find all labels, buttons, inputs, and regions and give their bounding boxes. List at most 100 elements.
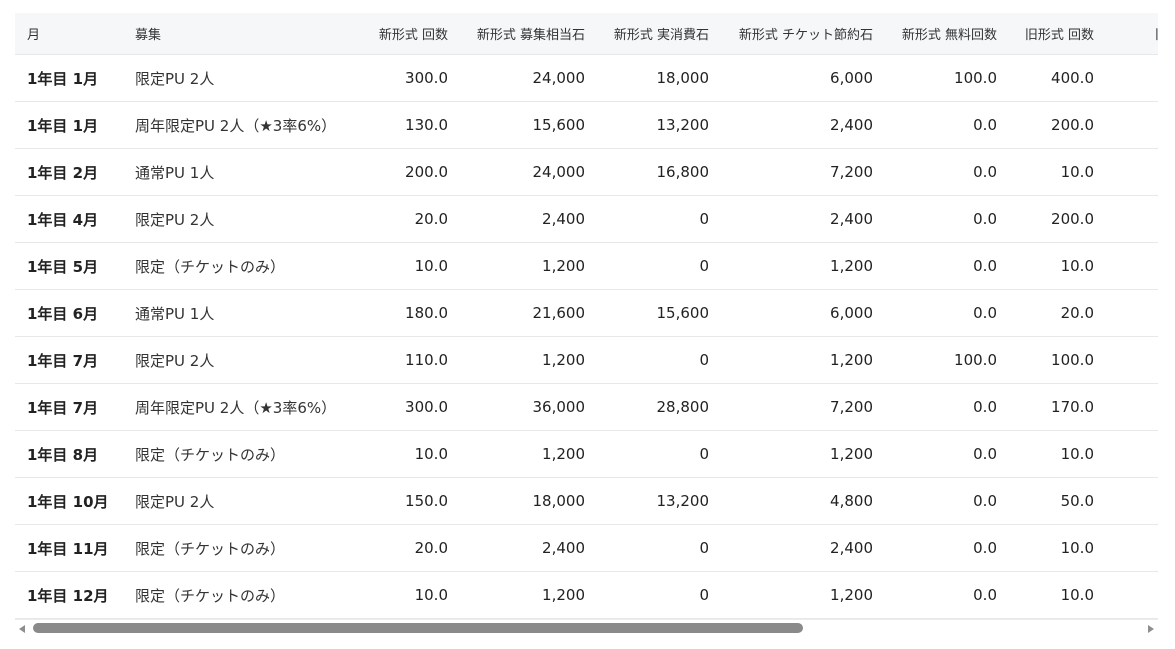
table-row: 1年目 7月 周年限定PU 2人（★3率6%） 300.0 36,000 28,800 7… — [15, 383, 1158, 431]
value-cell: 1,200 — [460, 430, 597, 478]
table-row: 1年目 10月 限定PU 2人 150.0 18,000 13,200 4,800 0.0 5… — [15, 477, 1158, 525]
column-header[interactable]: 新形式 無料回数 — [885, 13, 1009, 55]
value-cell: 10.0 — [343, 430, 460, 478]
value-cell: 10.0 — [343, 242, 460, 290]
value-cell: 100.0 — [885, 336, 1009, 384]
table-viewport[interactable]: 月募集 新形式 回数 新形式 募集相当石 新形式 実消費石 新形式 チケット節約石 新形式… — [15, 13, 1158, 619]
value-cell: 13,200 — [597, 477, 721, 525]
value-cell: 0 — [597, 242, 721, 290]
value-cell: 7,200 — [721, 148, 885, 196]
gacha-name-cell: 限定PU 2人 — [123, 54, 343, 102]
gacha-table: 月募集 新形式 回数 新形式 募集相当石 新形式 実消費石 新形式 チケット節約石 新形式… — [15, 13, 1158, 619]
value-cell — [1106, 571, 1158, 619]
month-cell: 1年目 7月 — [15, 336, 123, 384]
value-cell: 2,400 — [721, 101, 885, 149]
value-cell: 0 — [597, 336, 721, 384]
value-cell: 6,000 — [721, 54, 885, 102]
table-row: 1年目 1月 限定PU 2人 300.0 24,000 18,000 6,000 100.0… — [15, 54, 1158, 102]
value-cell: 0.0 — [885, 101, 1009, 149]
value-cell: 200.0 — [1009, 195, 1106, 243]
table-row: 1年目 6月 通常PU 1人 180.0 21,600 15,600 6,000 0.0 20… — [15, 289, 1158, 337]
month-cell: 1年目 5月 — [15, 242, 123, 290]
value-cell — [1106, 101, 1158, 149]
value-cell — [1106, 383, 1158, 431]
triangle-left-icon[interactable] — [19, 625, 25, 633]
data-table-frame: 月募集 新形式 回数 新形式 募集相当石 新形式 実消費石 新形式 チケット節約石 新形式… — [15, 13, 1158, 639]
month-cell: 1年目 1月 — [15, 54, 123, 102]
value-cell: 0 — [597, 524, 721, 572]
scrollbar-thumb[interactable] — [33, 623, 803, 633]
value-cell: 0.0 — [885, 430, 1009, 478]
header-row: 月募集 新形式 回数 新形式 募集相当石 新形式 実消費石 新形式 チケット節約石 新形式… — [15, 13, 1158, 55]
value-cell: 130.0 — [343, 101, 460, 149]
value-cell: 1,200 — [721, 242, 885, 290]
value-cell: 24,000 — [460, 148, 597, 196]
gacha-name-cell: 限定（チケットのみ） — [123, 430, 343, 478]
value-cell: 15,600 — [460, 101, 597, 149]
value-cell — [1106, 195, 1158, 243]
column-header[interactable]: 旧形式 回数 — [1009, 13, 1106, 55]
value-cell: 15,600 — [597, 289, 721, 337]
gacha-name-cell: 限定（チケットのみ） — [123, 242, 343, 290]
value-cell: 24,000 — [460, 54, 597, 102]
value-cell: 2,400 — [721, 195, 885, 243]
value-cell: 13,200 — [597, 101, 721, 149]
value-cell: 28,800 — [597, 383, 721, 431]
value-cell — [1106, 336, 1158, 384]
column-header[interactable]: 月 — [15, 13, 123, 55]
horizontal-scrollbar[interactable] — [15, 619, 1158, 639]
month-cell: 1年目 12月 — [15, 571, 123, 619]
value-cell: 1,200 — [460, 571, 597, 619]
value-cell: 200.0 — [1009, 101, 1106, 149]
month-cell: 1年目 8月 — [15, 430, 123, 478]
column-header[interactable]: 募集 — [123, 13, 343, 55]
triangle-right-icon[interactable] — [1148, 625, 1154, 633]
value-cell — [1106, 289, 1158, 337]
value-cell: 18,000 — [597, 54, 721, 102]
month-cell: 1年目 6月 — [15, 289, 123, 337]
gacha-name-cell: 限定（チケットのみ） — [123, 524, 343, 572]
value-cell: 16,800 — [597, 148, 721, 196]
value-cell: 100.0 — [885, 54, 1009, 102]
value-cell: 0.0 — [885, 242, 1009, 290]
value-cell: 0.0 — [885, 195, 1009, 243]
value-cell — [1106, 524, 1158, 572]
month-cell: 1年目 11月 — [15, 524, 123, 572]
gacha-name-cell: 限定PU 2人 — [123, 477, 343, 525]
value-cell: 150.0 — [343, 477, 460, 525]
table-row: 1年目 12月 限定（チケットのみ） 10.0 1,200 0 1,200 0.0 10.0 — [15, 571, 1158, 619]
month-cell: 1年目 4月 — [15, 195, 123, 243]
value-cell — [1106, 430, 1158, 478]
column-header[interactable]: 新形式 実消費石 — [597, 13, 721, 55]
table-row: 1年目 4月 限定PU 2人 20.0 2,400 0 2,400 0.0 200.0 — [15, 195, 1158, 243]
table-row: 1年目 1月 周年限定PU 2人（★3率6%） 130.0 15,600 13,200 2… — [15, 101, 1158, 149]
table-header: 月募集 新形式 回数 新形式 募集相当石 新形式 実消費石 新形式 チケット節約石 新形式… — [15, 13, 1158, 55]
value-cell: 21,600 — [460, 289, 597, 337]
column-header[interactable]: 新形式 回数 — [343, 13, 460, 55]
gacha-name-cell: 限定（チケットのみ） — [123, 571, 343, 619]
column-header[interactable]: 旧形式 募集相当石 — [1106, 13, 1158, 55]
table-row: 1年目 11月 限定（チケットのみ） 20.0 2,400 0 2,400 0.0 10.0 — [15, 524, 1158, 572]
value-cell: 7,200 — [721, 383, 885, 431]
value-cell: 1,200 — [721, 430, 885, 478]
gacha-name-cell: 限定PU 2人 — [123, 195, 343, 243]
value-cell: 300.0 — [343, 54, 460, 102]
value-cell: 20.0 — [343, 195, 460, 243]
value-cell — [1106, 477, 1158, 525]
column-header[interactable]: 新形式 募集相当石 — [460, 13, 597, 55]
column-header[interactable]: 新形式 チケット節約石 — [721, 13, 885, 55]
value-cell: 110.0 — [343, 336, 460, 384]
value-cell: 36,000 — [460, 383, 597, 431]
table-row: 1年目 8月 限定（チケットのみ） 10.0 1,200 0 1,200 0.0 10.0 — [15, 430, 1158, 478]
value-cell — [1106, 54, 1158, 102]
value-cell: 10.0 — [1009, 524, 1106, 572]
value-cell: 0.0 — [885, 571, 1009, 619]
table-row: 1年目 5月 限定（チケットのみ） 10.0 1,200 0 1,200 0.0 10.0 — [15, 242, 1158, 290]
value-cell: 10.0 — [1009, 148, 1106, 196]
gacha-name-cell: 周年限定PU 2人（★3率6%） — [123, 101, 343, 149]
value-cell: 0.0 — [885, 477, 1009, 525]
value-cell: 0 — [597, 430, 721, 478]
value-cell: 200.0 — [343, 148, 460, 196]
value-cell: 4,800 — [721, 477, 885, 525]
value-cell: 400.0 — [1009, 54, 1106, 102]
